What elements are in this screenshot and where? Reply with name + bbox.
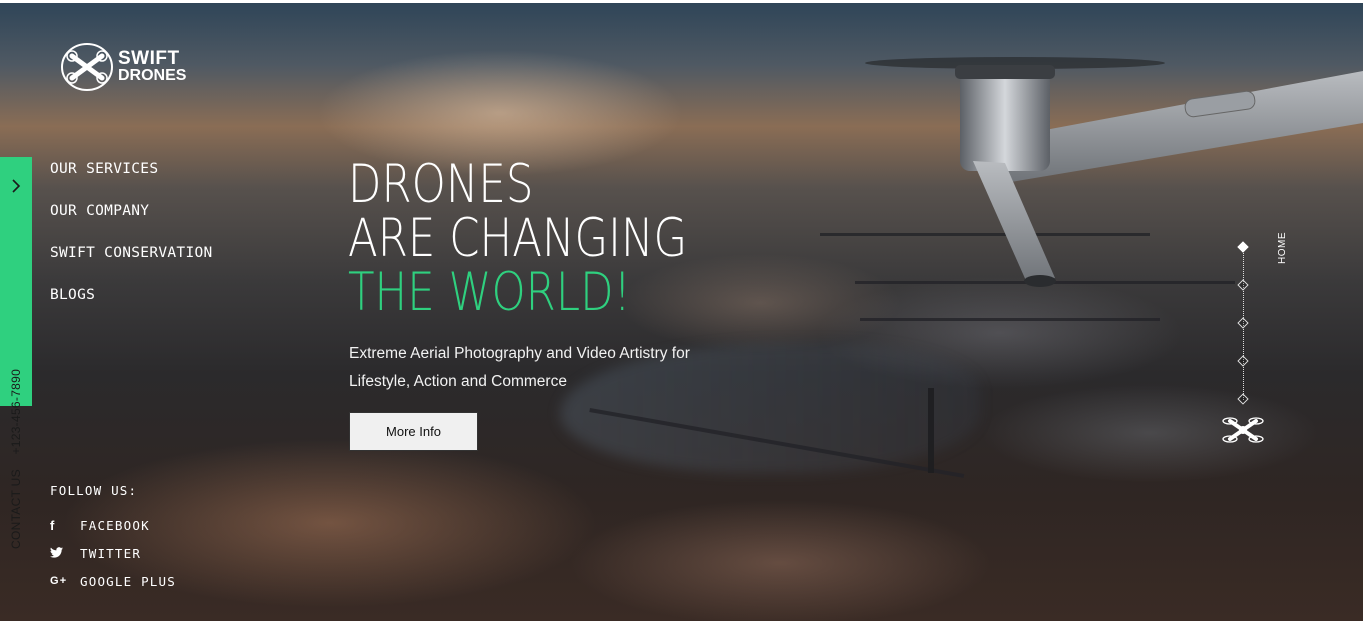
google-plus-label: GOOGLE PLUS	[80, 573, 176, 589]
nav-item-our-services[interactable]: OUR SERVICES	[50, 160, 213, 202]
drone-logo-icon	[61, 43, 113, 91]
contact-us-tab[interactable]: CONTACT US +123-456-7890	[0, 157, 32, 549]
twitter-link[interactable]: TWITTER	[50, 539, 176, 567]
headline-line3: THE WORLD!	[348, 262, 631, 323]
hero-headline: DRONES ARE CHANGING THE WORLD!	[348, 158, 687, 320]
slide-pager	[1235, 240, 1255, 410]
logo-text: SWIFT DRONES	[118, 48, 187, 84]
nav-item-swift-conservation[interactable]: SWIFT CONSERVATION	[50, 244, 213, 286]
bridge-pylon	[928, 388, 934, 473]
google-plus-link[interactable]: G+ GOOGLE PLUS	[50, 567, 176, 595]
contact-label: CONTACT US	[9, 469, 23, 549]
nav-item-blogs[interactable]: BLOGS	[50, 286, 213, 328]
more-info-button[interactable]: More Info	[349, 412, 478, 451]
logo-line1: SWIFT	[118, 48, 180, 69]
facebook-label: FACEBOOK	[80, 517, 150, 533]
main-nav: OUR SERVICES OUR COMPANY SWIFT CONSERVAT…	[50, 160, 213, 328]
twitter-label: TWITTER	[80, 545, 142, 561]
chevron-right-icon	[12, 179, 21, 193]
facebook-icon: f	[50, 517, 56, 533]
twitter-icon	[50, 546, 70, 561]
pager-dot-4[interactable]	[1237, 355, 1249, 367]
pager-dot-1[interactable]	[1237, 241, 1249, 253]
bridge	[860, 318, 1160, 321]
contact-text: CONTACT US +123-456-7890	[9, 369, 23, 549]
drone-icon	[1222, 417, 1264, 443]
nav-item-our-company[interactable]: OUR COMPANY	[50, 202, 213, 244]
contact-phone: +123-456-7890	[9, 368, 23, 455]
pager-dot-5[interactable]	[1237, 393, 1249, 405]
headline-line1: DRONES	[348, 154, 534, 215]
pager-dot-2[interactable]	[1237, 279, 1249, 291]
headline-line2: ARE CHANGING	[348, 208, 688, 269]
hero-subtitle: Extreme Aerial Photography and Video Art…	[349, 345, 690, 390]
logo-line2: DRONES	[118, 67, 187, 84]
google-plus-icon: G+	[50, 575, 68, 587]
pager-home-label: HOME	[1277, 232, 1288, 264]
logo[interactable]: SWIFT DRONES	[60, 42, 186, 92]
drone-arm-image	[865, 57, 1363, 287]
pager-dot-3[interactable]	[1237, 317, 1249, 329]
social-links: f FACEBOOK TWITTER G+ GOOGLE PLUS	[50, 511, 176, 595]
follow-us-label: FOLLOW US:	[50, 483, 138, 498]
facebook-link[interactable]: f FACEBOOK	[50, 511, 176, 539]
